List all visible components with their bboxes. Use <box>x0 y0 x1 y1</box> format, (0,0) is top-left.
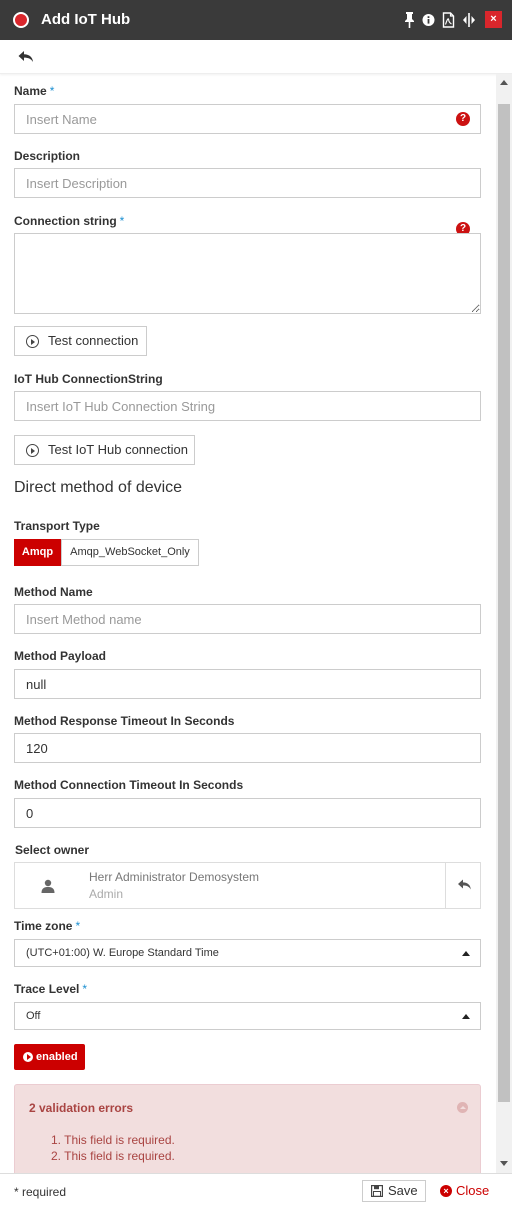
save-label: Save <box>388 1183 418 1198</box>
required-marker: * <box>82 982 88 996</box>
validation-error-item: 2. This field is required. <box>51 1149 175 1163</box>
description-label: Description <box>14 149 81 163</box>
scroll-up-arrow-icon[interactable] <box>500 80 508 85</box>
required-marker: * <box>119 214 125 228</box>
time-zone-value: (UTC+01:00) W. Europe Standard Time <box>26 947 219 959</box>
owner-selector[interactable]: Herr Administrator Demosystem Admin <box>14 862 481 909</box>
transport-option-amqp-websocket-only[interactable]: Amqp_WebSocket_Only <box>61 539 199 566</box>
time-zone-label-text: Time zone <box>14 919 73 933</box>
name-label: Name * <box>14 84 54 98</box>
back-arrow-icon[interactable] <box>17 49 35 65</box>
required-marker: * <box>75 919 81 933</box>
owner-name: Herr Administrator Demosystem <box>89 870 260 884</box>
connection-string-label: Connection string * <box>14 214 124 228</box>
method-payload-input[interactable] <box>14 669 481 699</box>
validation-summary: 2 validation errors 1. This field is req… <box>14 1084 481 1184</box>
owner-divider <box>445 863 446 908</box>
name-label-text: Name <box>14 84 47 98</box>
trace-level-label-text: Trace Level <box>14 982 80 996</box>
name-input[interactable] <box>14 104 481 134</box>
close-label: Close <box>456 1183 490 1198</box>
caret-up-icon <box>462 951 470 956</box>
test-iot-hub-connection-button[interactable]: Test IoT Hub connection <box>14 435 195 465</box>
enabled-label: enabled <box>36 1051 78 1063</box>
trace-level-label: Trace Level * <box>14 982 87 996</box>
close-circle-icon: × <box>440 1185 452 1197</box>
connection-string-textarea[interactable] <box>14 233 481 314</box>
method-name-input[interactable] <box>14 604 481 634</box>
pdf-icon[interactable] <box>442 11 455 29</box>
description-input[interactable] <box>14 168 481 198</box>
connection-string-label-text: Connection string <box>14 214 117 228</box>
caret-up-icon <box>462 1014 470 1019</box>
scroll-down-arrow-icon[interactable] <box>500 1161 508 1166</box>
connection-timeout-input[interactable] <box>14 798 481 828</box>
scrollbar-thumb[interactable] <box>498 104 510 1102</box>
response-timeout-input[interactable] <box>14 733 481 763</box>
user-icon <box>41 879 55 893</box>
method-name-label: Method Name <box>14 585 93 599</box>
save-button[interactable]: Save <box>362 1180 426 1202</box>
select-owner-label: Select owner <box>15 843 90 857</box>
time-zone-select[interactable]: (UTC+01:00) W. Europe Standard Time <box>14 939 481 967</box>
connection-timeout-label: Method Connection Timeout In Seconds <box>14 778 244 792</box>
play-circle-icon <box>26 444 39 457</box>
required-note: * required <box>14 1185 67 1199</box>
name-help-icon[interactable]: ? <box>456 112 470 126</box>
iot-hub-connection-string-input[interactable] <box>14 391 481 421</box>
window-status-dot-icon <box>13 12 29 28</box>
iot-hub-connection-string-label: IoT Hub ConnectionString <box>14 372 163 386</box>
back-toolbar <box>0 40 512 74</box>
trace-level-value: Off <box>26 1010 41 1022</box>
test-connection-button[interactable]: Test connection <box>14 326 147 356</box>
owner-role: Admin <box>89 887 124 901</box>
test-connection-label: Test connection <box>48 333 139 348</box>
window-close-button[interactable]: × <box>485 11 502 28</box>
dialog-footer: * required Save × Close <box>0 1173 512 1209</box>
trace-level-select[interactable]: Off <box>14 1002 481 1030</box>
required-marker: * <box>49 84 55 98</box>
response-timeout-label: Method Response Timeout In Seconds <box>14 714 235 728</box>
test-iot-hub-connection-label: Test IoT Hub connection <box>48 442 188 457</box>
validation-title: 2 validation errors <box>29 1101 134 1115</box>
time-zone-label: Time zone * <box>14 919 80 933</box>
info-icon[interactable] <box>422 11 435 29</box>
play-circle-icon <box>26 335 39 348</box>
transport-type-label: Transport Type <box>14 519 100 533</box>
direct-method-section-title: Direct method of device <box>14 479 183 496</box>
save-icon <box>371 1185 383 1197</box>
collapse-icon[interactable] <box>457 1102 468 1113</box>
validation-error-item: 1. This field is required. <box>51 1133 175 1147</box>
transport-option-amqp[interactable]: Amqp <box>14 539 61 566</box>
play-circle-icon <box>23 1052 33 1062</box>
reset-owner-icon[interactable] <box>457 878 472 892</box>
method-payload-label: Method Payload <box>14 649 107 663</box>
enabled-toggle-button[interactable]: enabled <box>14 1044 85 1070</box>
pin-icon[interactable] <box>404 11 415 29</box>
resize-icon[interactable] <box>462 11 476 29</box>
title-bar: Add IoT Hub × <box>0 0 512 40</box>
close-button[interactable]: × Close <box>438 1180 489 1202</box>
window-title: Add IoT Hub <box>41 11 131 28</box>
